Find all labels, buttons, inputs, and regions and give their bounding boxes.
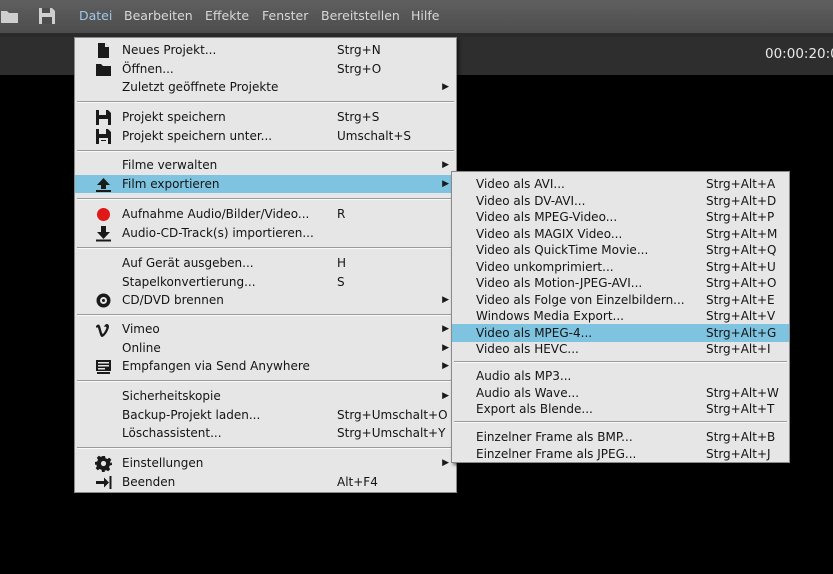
timecode-display: 00:00:20:0 (765, 46, 833, 62)
menu-item-film-exportieren[interactable]: Film exportieren ▶ (75, 174, 456, 193)
exit-icon (95, 474, 112, 491)
new-document-icon (95, 42, 112, 59)
menu-item-neues-projekt[interactable]: Neues Projekt... Strg+N (75, 41, 456, 60)
file-menu: Neues Projekt... Strg+N Öffnen... Strg+O… (74, 37, 457, 493)
menu-separator (77, 314, 454, 316)
menu-item-filme-verwalten[interactable]: Filme verwalten ▶ (75, 156, 456, 175)
menu-item-audio-cd-import[interactable]: Audio-CD-Track(s) importieren... (75, 224, 456, 243)
menu-bearbeiten[interactable]: Bearbeiten (124, 0, 193, 33)
submenu-arrow-icon: ▶ (442, 361, 449, 371)
submenu-arrow-icon: ▶ (442, 458, 449, 468)
submenu-arrow-icon: ▶ (442, 82, 449, 92)
menu-item-projekt-speichern-unter[interactable]: Projekt speichern unter... Umschalt+S (75, 127, 456, 146)
menu-separator (77, 447, 454, 449)
send-anywhere-icon (95, 358, 112, 375)
menubar: Datei Bearbeiten Effekte Fenster Bereits… (0, 0, 833, 33)
menu-item-einstellungen[interactable]: Einstellungen ▶ (75, 454, 456, 473)
menu-bereitstellen[interactable]: Bereitstellen (321, 0, 400, 33)
submenu-arrow-icon: ▶ (442, 178, 449, 189)
submenu-arrow-icon: ▶ (442, 295, 449, 305)
save-icon (95, 109, 112, 126)
menu-item-cd-dvd-brennen[interactable]: CD/DVD brennen ▶ (75, 291, 456, 310)
menu-separator (454, 421, 787, 423)
save-as-icon (95, 128, 112, 145)
menu-datei[interactable]: Datei (79, 0, 112, 33)
menu-item-projekt-speichern[interactable]: Projekt speichern Strg+S (75, 108, 456, 127)
menu-separator (77, 380, 454, 382)
gear-icon (95, 455, 112, 472)
folder-icon (95, 61, 112, 78)
record-icon (95, 206, 112, 223)
menu-hilfe[interactable]: Hilfe (411, 0, 439, 33)
menu-separator (454, 361, 787, 363)
menu-item-video-hevc[interactable]: Video als HEVC... Strg+Alt+I (452, 340, 789, 359)
export-submenu: Video als AVI... Strg+Alt+A Video als DV… (451, 171, 790, 463)
menu-separator (77, 247, 454, 249)
menu-item-vimeo[interactable]: Vimeo ▶ (75, 320, 456, 339)
menu-item-stapelkonvertierung[interactable]: Stapelkonvertierung... S (75, 273, 456, 292)
menu-item-auf-geraet-ausgeben[interactable]: Auf Gerät ausgeben... H (75, 254, 456, 273)
menu-item-zuletzt-geoeffnet[interactable]: Zuletzt geöffnete Projekte ▶ (75, 78, 456, 97)
menu-effekte[interactable]: Effekte (205, 0, 249, 33)
menu-separator (77, 101, 454, 103)
menu-fenster[interactable]: Fenster (262, 0, 308, 33)
menu-item-beenden[interactable]: Beenden Alt+F4 (75, 473, 456, 492)
vimeo-icon (95, 321, 112, 338)
menu-separator (77, 198, 454, 200)
menu-item-oeffnen[interactable]: Öffnen... Strg+O (75, 60, 456, 79)
disc-icon (95, 292, 112, 309)
menu-item-loeschassistent[interactable]: Löschassistent... Strg+Umschalt+Y (75, 424, 456, 443)
download-import-icon (95, 225, 112, 242)
folder-icon[interactable] (0, 6, 20, 26)
submenu-arrow-icon: ▶ (442, 342, 449, 353)
submenu-arrow-icon: ▶ (442, 391, 449, 401)
save-icon[interactable] (37, 6, 57, 26)
menu-separator (77, 150, 454, 152)
menu-item-sicherheitskopie[interactable]: Sicherheitskopie ▶ (75, 387, 456, 406)
menu-item-backup-projekt-laden[interactable]: Backup-Projekt laden... Strg+Umschalt+O (75, 406, 456, 425)
menu-item-send-anywhere[interactable]: Empfangen via Send Anywhere ▶ (75, 357, 456, 376)
menu-item-frame-jpeg[interactable]: Einzelner Frame als JPEG... Strg+Alt+J (452, 445, 789, 464)
menu-item-aufnahme[interactable]: Aufnahme Audio/Bilder/Video... R (75, 205, 456, 224)
export-upload-icon (95, 176, 112, 193)
menu-item-online[interactable]: Online ▶ (75, 339, 456, 358)
submenu-arrow-icon: ▶ (442, 324, 449, 334)
menu-item-export-blende[interactable]: Export als Blende... Strg+Alt+T (452, 400, 789, 419)
submenu-arrow-icon: ▶ (442, 160, 449, 170)
